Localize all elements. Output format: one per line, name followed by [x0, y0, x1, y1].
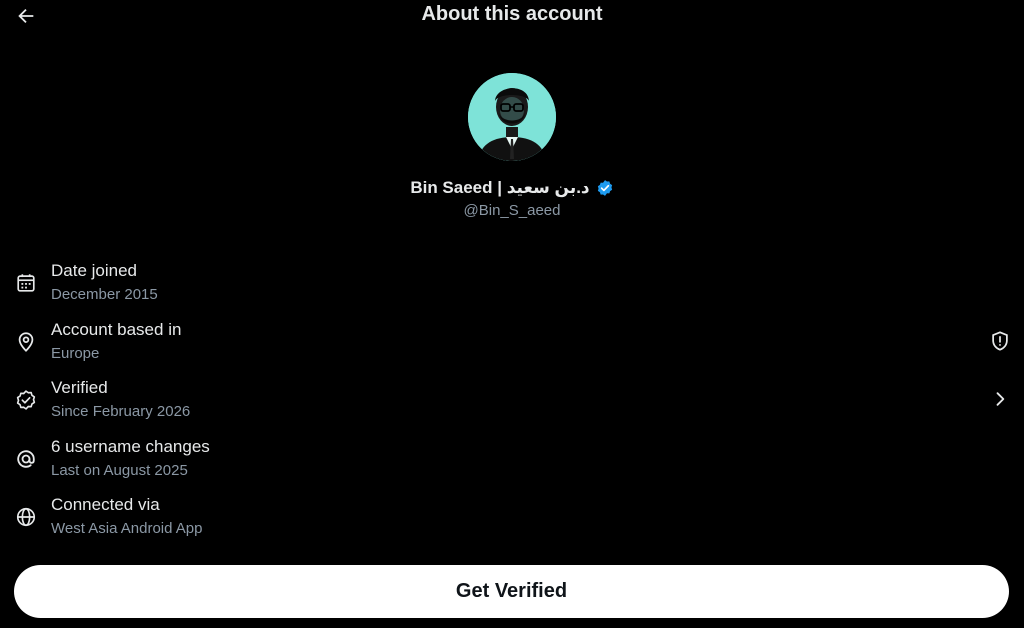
info-value: Last on August 2025: [51, 461, 188, 479]
info-row-account-based-in: Account based in Europe: [0, 317, 1024, 376]
info-row-username-changes: 6 username changes Last on August 2025: [0, 434, 1024, 493]
info-label: Verified: [51, 378, 108, 398]
info-value: December 2015: [51, 286, 158, 303]
display-name: Bin Saeed | د.بن سعيد: [410, 178, 590, 197]
page-title: About this account: [421, 3, 603, 25]
get-verified-button[interactable]: Get Verified: [14, 565, 1009, 618]
info-value: Europe: [51, 344, 100, 362]
shield-alert-icon[interactable]: [988, 329, 1012, 353]
avatar[interactable]: [468, 73, 556, 161]
chevron-right-icon[interactable]: [988, 387, 1012, 411]
get-verified-label: Get Verified: [455, 580, 568, 602]
info-value: Since February 2026: [51, 403, 191, 421]
profile-handle: @Bin_S_aeed: [463, 202, 561, 219]
info-value: West Asia Android App: [51, 520, 203, 538]
avatar-portrait-image: [468, 73, 556, 161]
info-row-date-joined: Date joined December 2015: [0, 258, 1024, 317]
info-label: Connected via: [51, 495, 160, 515]
about-account-page: About this account Bin Saeed | د.بن سعيد…: [0, 0, 1024, 628]
info-row-connected-via: Connected via West Asia Android App: [0, 492, 1024, 551]
account-info-list: Date joined December 2015 Account based …: [0, 258, 1024, 551]
header: About this account: [0, 0, 1024, 32]
calendar-icon: [14, 271, 38, 295]
info-label: Date joined: [51, 261, 138, 280]
verified-check-icon: [14, 388, 38, 412]
info-label: 6 username changes: [51, 436, 210, 456]
info-label: Account based in: [51, 319, 182, 339]
location-pin-icon: [14, 330, 38, 354]
at-sign-icon: [14, 447, 38, 471]
profile-name-row: Bin Saeed | د.بن سعيد: [0, 178, 1024, 198]
globe-icon: [14, 505, 38, 529]
info-row-verified[interactable]: Verified Since February 2026: [0, 375, 1024, 434]
verified-badge-icon: [596, 179, 614, 197]
